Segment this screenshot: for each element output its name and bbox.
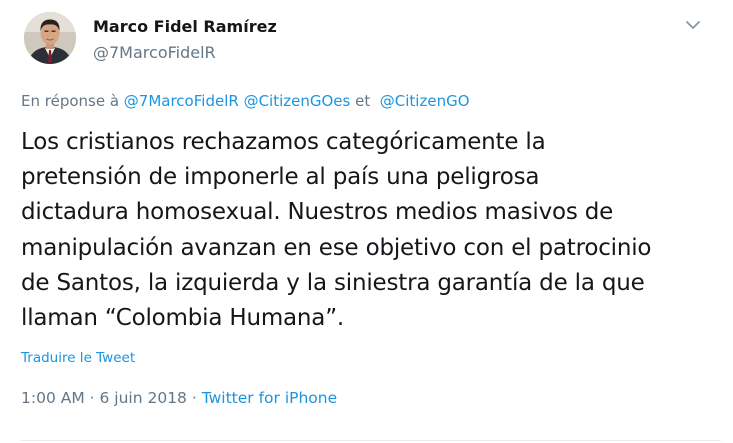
reply-mention-citizengo[interactable]: @CitizenGO <box>380 92 470 110</box>
avatar-photo <box>24 12 76 64</box>
reply-prefix: En réponse à <box>21 92 124 110</box>
reply-mention-citizengoes[interactable]: @CitizenGOes <box>244 92 351 110</box>
divider <box>21 440 721 441</box>
reply-mention-7marcofidelr[interactable]: @7MarcoFidelR <box>124 92 239 110</box>
author-handle[interactable]: @7MarcoFidelR <box>93 43 216 62</box>
reply-separator: et <box>350 92 375 110</box>
date-separator: · <box>84 389 100 407</box>
tweet-card: Marco Fidel Ramírez @7MarcoFidelR En rép… <box>0 0 733 443</box>
tweet-source-link[interactable]: Twitter for iPhone <box>202 389 337 407</box>
source-separator: · <box>186 389 202 407</box>
avatar[interactable] <box>24 12 76 64</box>
tweet-time[interactable]: 1:00 AM <box>21 389 85 407</box>
translate-tweet-link[interactable]: Traduire le Tweet <box>21 350 135 366</box>
tweet-metadata: 1:00 AM · 6 juin 2018 · Twitter for iPho… <box>21 389 337 407</box>
tweet-text: Los cristianos rechazamos categóricament… <box>21 129 652 332</box>
author-display-name[interactable]: Marco Fidel Ramírez <box>93 17 277 36</box>
tweet-date[interactable]: 6 juin 2018 <box>100 389 187 407</box>
chevron-down-icon[interactable] <box>682 14 704 36</box>
reply-context: En réponse à @7MarcoFidelR @CitizenGOes … <box>21 92 470 110</box>
